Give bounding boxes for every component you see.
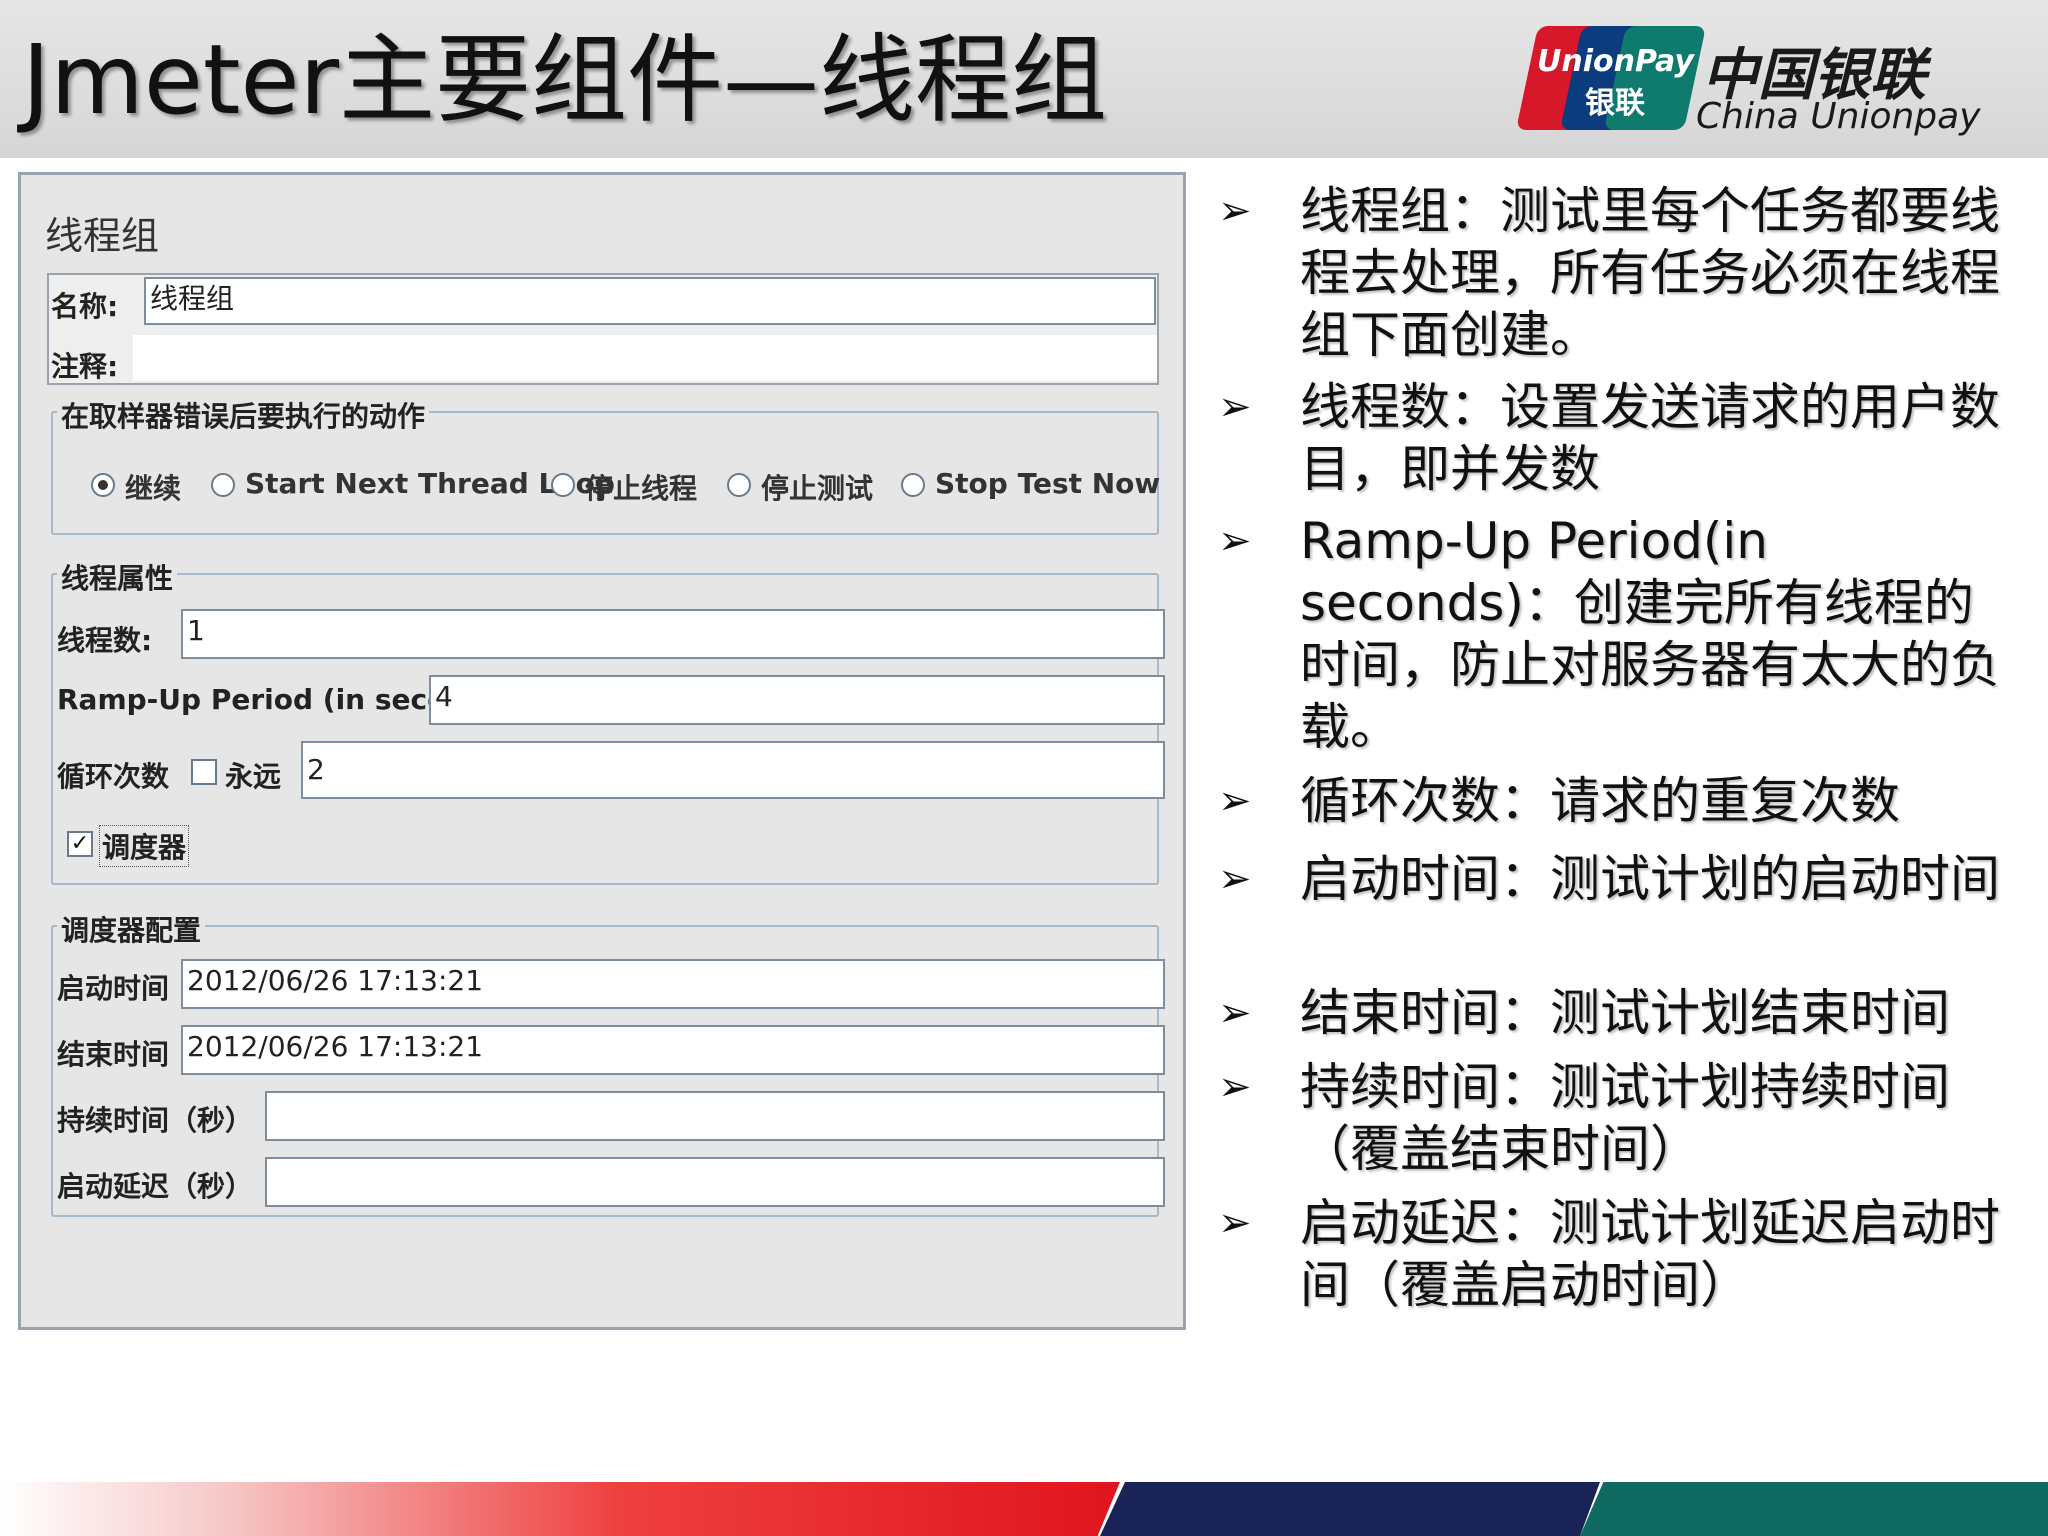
logo-text-yinlian: 银联 xyxy=(1585,86,1645,121)
bullet-arrow-icon: ➢ xyxy=(1218,856,1252,902)
scheduler-label: 调度器 xyxy=(99,825,190,867)
thread-group-panel: 线程组 名称: 线程组 注释: 在取样器错误后要执行的动作 继续 Start N… xyxy=(18,172,1186,1330)
scheduler-checkbox[interactable]: ✓ xyxy=(67,831,93,857)
radio-stop-thread[interactable] xyxy=(551,473,575,497)
footer-green-stripe xyxy=(1580,1482,2048,1536)
scheduler-config-legend: 调度器配置 xyxy=(57,909,206,949)
duration-input[interactable] xyxy=(265,1091,1165,1141)
startup-delay-label: 启动延迟（秒） xyxy=(57,1170,254,1203)
radio-stop-test[interactable] xyxy=(727,473,751,497)
radio-stop-test-now[interactable] xyxy=(901,473,925,497)
comment-input[interactable] xyxy=(133,335,1157,381)
end-time-input[interactable]: 2012/06/26 17:13:21 xyxy=(181,1025,1165,1075)
error-action-legend: 在取样器错误后要执行的动作 xyxy=(57,395,430,435)
name-label: 名称: xyxy=(51,290,119,323)
duration-label: 持续时间（秒） xyxy=(57,1104,254,1137)
radio-start-next-loop[interactable] xyxy=(211,473,235,497)
bullet-text: Ramp-Up Period(in seconds)：创建完所有线程的时间，防止… xyxy=(1300,512,2000,756)
bullet-arrow-icon: ➢ xyxy=(1218,778,1252,824)
slide-title: Jmeter主要组件—线程组 xyxy=(22,24,1108,136)
start-time-label: 启动时间 xyxy=(57,972,170,1005)
brand-name-english: China Unionpay xyxy=(1696,96,1981,137)
radio-continue-label: 继续 xyxy=(125,472,182,505)
bullet-text: 线程组：测试里每个任务都要线程去处理，所有任务必须在线程组下面创建。 xyxy=(1300,182,2000,364)
forever-checkbox[interactable] xyxy=(191,759,217,785)
startup-delay-input[interactable] xyxy=(265,1157,1165,1207)
radio-stop-test-label: 停止测试 xyxy=(761,472,874,505)
bullet-arrow-icon: ➢ xyxy=(1218,384,1252,430)
bullet-text: 循环次数：请求的重复次数 xyxy=(1300,772,1900,830)
panel-title: 线程组 xyxy=(45,214,160,258)
footer-blue-stripe xyxy=(1100,1482,1600,1536)
end-time-label: 结束时间 xyxy=(57,1038,170,1071)
unionpay-logo: UnionPay 银联 xyxy=(1515,26,1707,130)
bullet-arrow-icon: ➢ xyxy=(1218,188,1252,234)
bullet-text: 持续时间：测试计划持续时间（覆盖结束时间） xyxy=(1300,1058,1950,1178)
thread-properties-legend: 线程属性 xyxy=(57,557,178,597)
comment-label: 注释: xyxy=(51,350,119,383)
bullet-text: 线程数：设置发送请求的用户数目，即并发数 xyxy=(1300,378,2000,498)
radio-continue[interactable] xyxy=(91,473,115,497)
bullet-arrow-icon: ➢ xyxy=(1218,1200,1252,1246)
loop-count-label: 循环次数 xyxy=(57,760,170,793)
name-input[interactable]: 线程组 xyxy=(144,277,1156,325)
radio-stop-test-now-label: Stop Test Now xyxy=(935,467,1161,500)
bullet-text: 启动时间：测试计划的启动时间 xyxy=(1300,850,2000,908)
rampup-input[interactable]: 4 xyxy=(429,675,1165,725)
start-time-input[interactable]: 2012/06/26 17:13:21 xyxy=(181,959,1165,1009)
radio-stop-thread-label: 停止线程 xyxy=(585,472,698,505)
bullet-text: 启动延迟：测试计划延迟启动时间（覆盖启动时间） xyxy=(1300,1194,2000,1314)
bullet-text: 结束时间：测试计划结束时间 xyxy=(1300,984,1950,1042)
threads-input[interactable]: 1 xyxy=(181,609,1165,659)
bullet-arrow-icon: ➢ xyxy=(1218,518,1252,564)
bullet-arrow-icon: ➢ xyxy=(1218,1064,1252,1110)
bullet-arrow-icon: ➢ xyxy=(1218,990,1252,1036)
loop-count-input[interactable]: 2 xyxy=(301,741,1165,799)
forever-label: 永远 xyxy=(225,760,282,793)
footer-red-stripe xyxy=(0,1482,1120,1536)
threads-label: 线程数: xyxy=(57,624,153,657)
logo-text-unionpay: UnionPay xyxy=(1537,44,1694,79)
